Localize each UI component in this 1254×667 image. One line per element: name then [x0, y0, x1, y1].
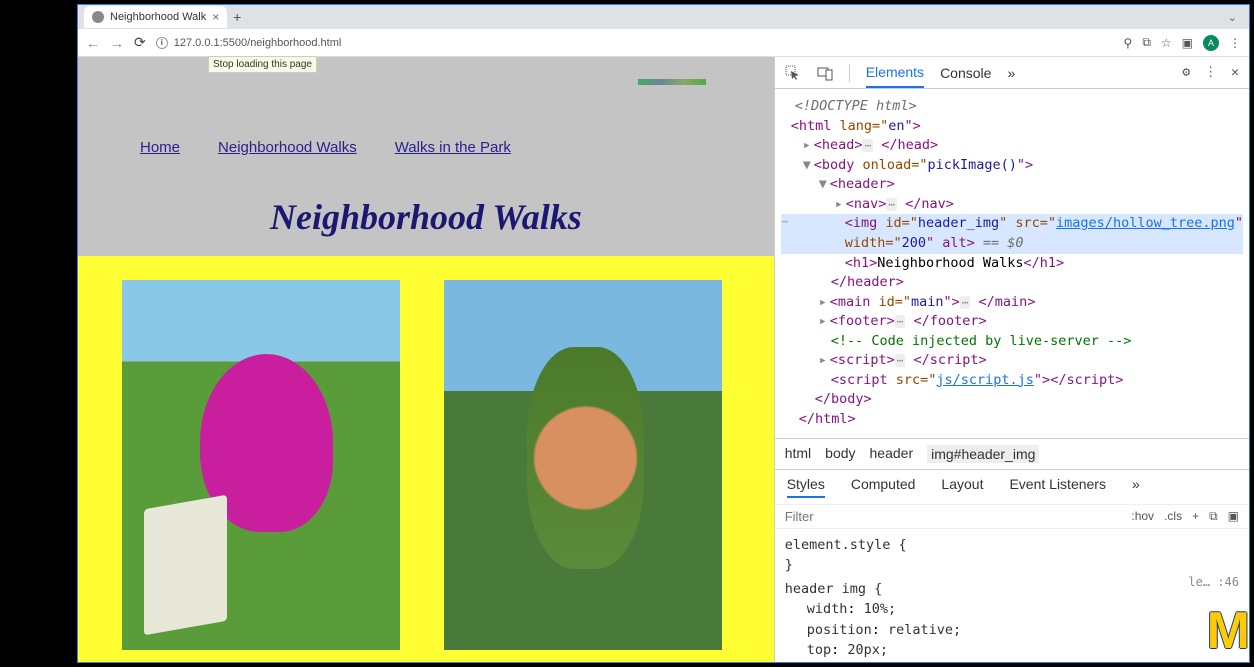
dom-nav[interactable]: ▸<nav>⋯ </nav>	[781, 195, 1243, 215]
dom-html-close[interactable]: </html>	[781, 410, 1243, 430]
page-title: Neighborhood Walks	[78, 196, 774, 238]
nav-link-home[interactable]: Home	[140, 139, 180, 156]
rule-close: }	[785, 660, 1239, 662]
css-prop-position[interactable]: position: relative;	[785, 620, 1239, 640]
dom-h1[interactable]: <h1>Neighborhood Walks</h1>	[781, 254, 1243, 274]
crumb-header[interactable]: header	[870, 445, 914, 463]
devtools-settings-icon[interactable]: ⚙	[1182, 65, 1190, 80]
dom-header[interactable]: ▼<header>	[781, 175, 1243, 195]
dom-script2[interactable]: <script src="js/script.js"></script>	[781, 371, 1243, 391]
browser-window: Neighborhood Walk × + ⌄ ← → ⟳ i 127.0.0.…	[77, 4, 1250, 663]
dom-main[interactable]: ▸<main id="main">⋯ </main>	[781, 293, 1243, 313]
dom-comment[interactable]: <!-- Code injected by live-server -->	[781, 332, 1243, 352]
back-button[interactable]: ←	[86, 35, 100, 51]
dom-body[interactable]: ▼<body onload="pickImage()">	[781, 156, 1243, 176]
flexbox-overlay-icon[interactable]: ⧉	[1209, 509, 1218, 524]
dom-body-close[interactable]: </body>	[781, 390, 1243, 410]
dom-header-close[interactable]: </header>	[781, 273, 1243, 293]
new-tab-button[interactable]: +	[227, 9, 247, 25]
dom-footer[interactable]: ▸<footer>⋯ </footer>	[781, 312, 1243, 332]
event-listeners-tab[interactable]: Event Listeners	[1009, 476, 1106, 498]
styles-pane[interactable]: element.style { } header img { le… :46 w…	[775, 528, 1249, 662]
url-text: 127.0.0.1:5500/neighborhood.html	[174, 37, 342, 49]
address-bar[interactable]: i 127.0.0.1:5500/neighborhood.html	[156, 37, 342, 49]
cls-toggle[interactable]: .cls	[1164, 509, 1182, 523]
tab-list-dropdown[interactable]: ⌄	[1228, 11, 1249, 24]
reload-button[interactable]: ⟳	[134, 34, 146, 51]
styles-tab[interactable]: Styles	[787, 476, 825, 498]
hov-toggle[interactable]: :hov	[1131, 509, 1154, 523]
nav-link-park[interactable]: Walks in the Park	[395, 139, 511, 156]
side-panel-icon[interactable]: ▣	[1182, 36, 1193, 50]
profile-avatar[interactable]: A	[1203, 35, 1219, 51]
box-model-icon[interactable]: ▣	[1228, 509, 1239, 523]
more-styles-tabs-icon[interactable]: »	[1132, 476, 1140, 498]
reload-tooltip: Stop loading this page	[208, 56, 317, 73]
dom-header-img-2[interactable]: width="200" alt> == $0	[781, 234, 1243, 254]
page-viewport[interactable]: Home Neighborhood Walks Walks in the Par…	[78, 57, 774, 662]
extensions-icon[interactable]: ⧉	[1142, 35, 1151, 50]
main-image-2	[444, 280, 722, 650]
browser-toolbar: ← → ⟳ i 127.0.0.1:5500/neighborhood.html…	[78, 29, 1249, 57]
browser-tab[interactable]: Neighborhood Walk ×	[84, 6, 227, 28]
nav-link-neighborhood[interactable]: Neighborhood Walks	[218, 139, 357, 156]
element-style-selector[interactable]: element.style {	[785, 535, 1239, 555]
styles-tabs: Styles Computed Layout Event Listeners »	[775, 469, 1249, 504]
forward-button[interactable]: →	[110, 35, 124, 51]
style-source-link[interactable]: le… :46	[1188, 573, 1239, 591]
dom-tree[interactable]: <!DOCTYPE html> <html lang="en"> ▸<head>…	[775, 89, 1249, 438]
site-info-icon[interactable]: i	[156, 37, 168, 49]
tab-favicon-icon	[92, 11, 104, 23]
layout-tab[interactable]: Layout	[941, 476, 983, 498]
css-prop-top[interactable]: top: 20px;	[785, 640, 1239, 660]
crumb-html[interactable]: html	[785, 445, 811, 463]
page-main	[78, 256, 774, 662]
styles-filter-row: :hov .cls + ⧉ ▣	[775, 504, 1249, 528]
bookmark-star-icon[interactable]: ☆	[1161, 36, 1172, 50]
crumb-img[interactable]: img#header_img	[927, 445, 1039, 463]
main-image-1	[122, 280, 400, 650]
more-tabs-icon[interactable]: »	[1007, 59, 1015, 87]
dom-head[interactable]: ▸<head>⋯ </head>	[781, 136, 1243, 156]
devtools-menu-icon[interactable]: ⋮	[1204, 65, 1217, 80]
new-style-rule-icon[interactable]: +	[1192, 509, 1199, 523]
dom-header-img[interactable]: ⋯<img id="header_img" src="images/hollow…	[781, 214, 1243, 234]
computed-tab[interactable]: Computed	[851, 476, 916, 498]
css-prop-width[interactable]: width: 10%;	[785, 599, 1239, 619]
elements-tab[interactable]: Elements	[866, 58, 924, 88]
styles-filter-input[interactable]	[785, 509, 961, 524]
close-tab-icon[interactable]: ×	[212, 10, 219, 24]
header-image-thumb	[638, 79, 706, 85]
devtools-close-icon[interactable]: ✕	[1231, 65, 1239, 80]
device-toolbar-icon[interactable]	[817, 65, 833, 81]
page-header: Home Neighborhood Walks Walks in the Par…	[78, 57, 774, 256]
dom-breadcrumb: html body header img#header_img	[775, 438, 1249, 469]
header-img-selector[interactable]: header img {	[785, 579, 1239, 599]
dom-doctype[interactable]: <!DOCTYPE html>	[781, 97, 1243, 117]
crumb-body[interactable]: body	[825, 445, 855, 463]
devtools-panel: Elements Console » ⚙ ⋮ ✕ <!DOCTYPE html>…	[774, 57, 1249, 662]
console-tab[interactable]: Console	[940, 59, 991, 87]
zoom-icon[interactable]: ⚲	[1124, 36, 1133, 50]
element-style-close: }	[785, 555, 1239, 575]
page-nav: Home Neighborhood Walks Walks in the Par…	[78, 73, 774, 156]
tab-title: Neighborhood Walk	[110, 11, 206, 23]
dom-html[interactable]: <html lang="en">	[781, 117, 1243, 137]
inspect-element-icon[interactable]	[785, 65, 801, 81]
content-area: Home Neighborhood Walks Walks in the Par…	[78, 57, 1249, 662]
dom-script1[interactable]: ▸<script>⋯ </script>	[781, 351, 1243, 371]
devtools-toolbar: Elements Console » ⚙ ⋮ ✕	[775, 57, 1249, 89]
browser-menu-icon[interactable]: ⋮	[1229, 36, 1241, 50]
tab-bar: Neighborhood Walk × + ⌄	[78, 5, 1249, 29]
